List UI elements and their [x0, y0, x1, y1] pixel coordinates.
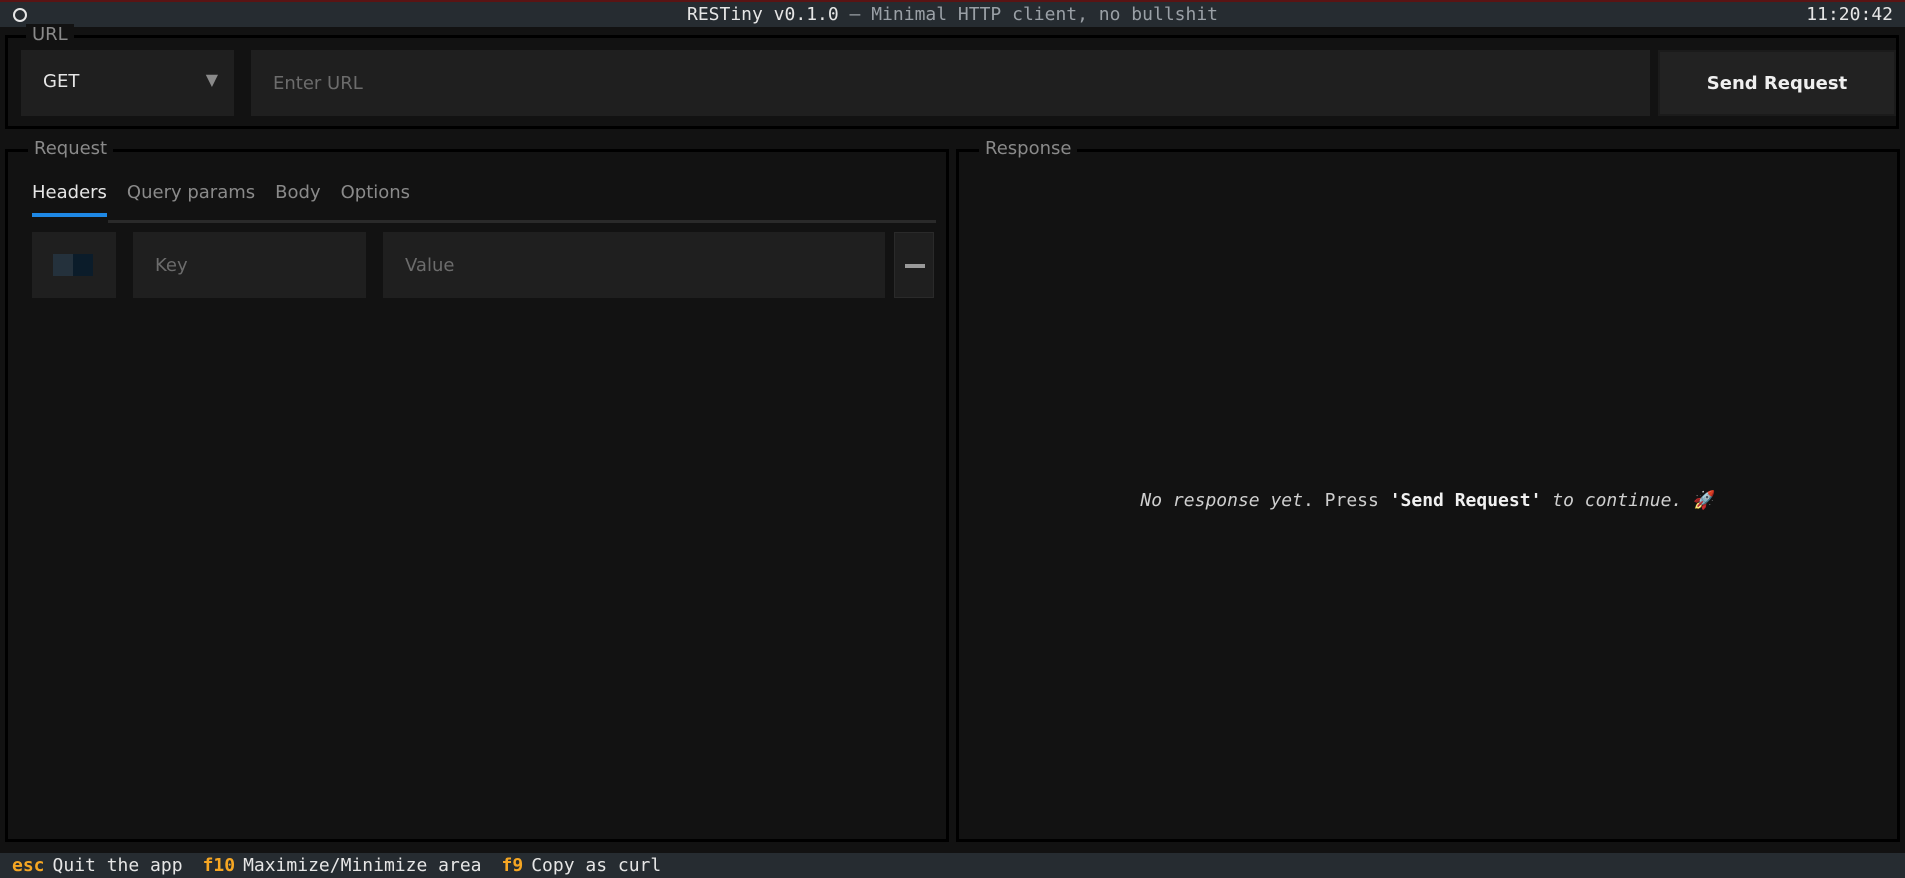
dropdown-arrow-icon: ▼ — [205, 70, 218, 89]
url-legend: URL — [26, 24, 74, 45]
url-placeholder: Enter URL — [273, 72, 363, 94]
shortcut-desc: Maximize/Minimize area — [243, 855, 482, 876]
method-select[interactable]: GET ▼ — [21, 50, 234, 116]
tab-divider — [108, 220, 936, 223]
header-enabled-toggle[interactable] — [32, 232, 116, 298]
shortcut-desc: Quit the app — [52, 855, 183, 876]
shortcut-key: f10 — [202, 855, 236, 876]
tab-headers[interactable]: Headers — [32, 182, 107, 217]
header-value-input[interactable]: Value — [383, 232, 885, 298]
tab-query-params[interactable]: Query params — [127, 182, 255, 217]
rocket-icon: 🚀 — [1693, 490, 1716, 511]
tab-options[interactable]: Options — [341, 182, 410, 217]
remove-header-button[interactable] — [894, 232, 934, 298]
send-request-button[interactable]: Send Request — [1658, 50, 1896, 116]
window-title: RESTiny v0.1.0 — Minimal HTTP client, no… — [0, 4, 1905, 25]
shortcut-key: esc — [12, 855, 45, 876]
request-panel: Request Headers Query params Body Option… — [5, 138, 949, 842]
request-legend: Request — [28, 138, 114, 159]
request-tabs: Headers Query params Body Options — [32, 182, 410, 217]
shortcut-key: f9 — [501, 855, 524, 876]
empty-button-ref: 'Send Request' — [1389, 490, 1542, 511]
empty-part3: to continue. — [1541, 490, 1683, 511]
empty-part1: No response yet — [1140, 490, 1303, 511]
toggle-switch-icon — [53, 254, 93, 276]
empty-response-message: No response yet. Press 'Send Request' to… — [959, 490, 1897, 511]
app-subtitle: — Minimal HTTP client, no bullshit — [849, 4, 1219, 25]
title-bar: RESTiny v0.1.0 — Minimal HTTP client, no… — [0, 0, 1905, 27]
clock: 11:20:42 — [1806, 4, 1893, 25]
shortcut-bar: esc Quit the app f10 Maximize/Minimize are… — [0, 853, 1905, 878]
tab-body[interactable]: Body — [275, 182, 320, 217]
shortcut-f10[interactable]: f10 Maximize/Minimize area — [203, 855, 482, 876]
shortcut-esc[interactable]: esc Quit the app — [12, 855, 183, 876]
url-input[interactable]: Enter URL — [251, 50, 1650, 116]
empty-part2: . Press — [1302, 490, 1390, 511]
app-name: RESTiny v0.1.0 — [686, 4, 839, 25]
shortcut-desc: Copy as curl — [531, 855, 662, 876]
value-placeholder: Value — [405, 254, 455, 276]
response-panel: Response No response yet. Press 'Send Re… — [956, 138, 1900, 842]
method-value: GET — [43, 71, 80, 92]
shortcut-f9[interactable]: f9 Copy as curl — [502, 855, 662, 876]
key-placeholder: Key — [155, 254, 188, 276]
header-key-input[interactable]: Key — [133, 232, 366, 298]
response-legend: Response — [979, 138, 1078, 159]
url-panel: URL GET ▼ Enter URL Send Request — [5, 24, 1899, 129]
